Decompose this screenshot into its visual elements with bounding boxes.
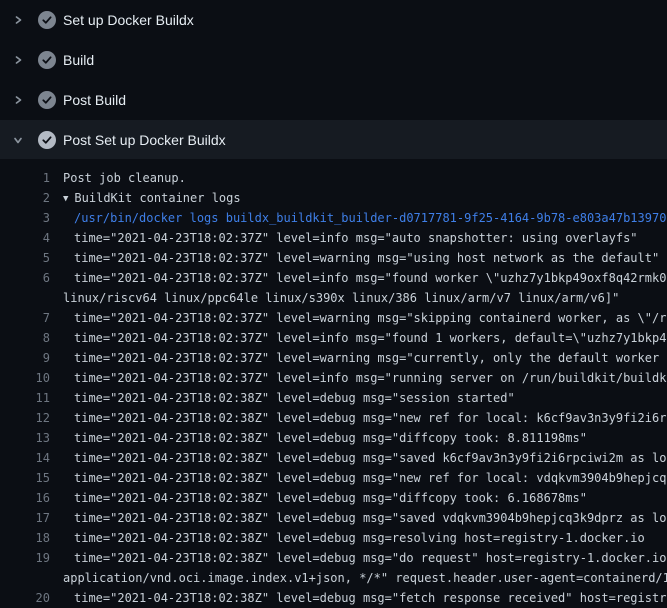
line-number [0, 288, 50, 308]
log-line: 17 time="2021-04-23T18:02:38Z" level=debu… [0, 508, 667, 528]
log-command-text: /usr/bin/docker logs buildx_buildkit_bui… [74, 208, 666, 228]
log-line: 19 time="2021-04-23T18:02:38Z" level=debu… [0, 548, 667, 568]
log-text: time="2021-04-23T18:02:37Z" level=info m… [74, 328, 667, 348]
line-number[interactable]: 12 [0, 408, 50, 428]
log-line: 18 time="2021-04-23T18:02:38Z" level=debu… [0, 528, 667, 548]
workflow-log-panel: Set up Docker Buildx Build Post Build Post … [0, 0, 667, 608]
chevron-right-icon [13, 55, 23, 65]
log-line: 16 time="2021-04-23T18:02:38Z" level=debu… [0, 488, 667, 508]
line-number[interactable]: 15 [0, 468, 50, 488]
log-text: time="2021-04-23T18:02:37Z" level=warnin… [74, 308, 667, 328]
line-number[interactable]: 19 [0, 548, 50, 568]
line-number[interactable]: 14 [0, 448, 50, 468]
log-line: 10 time="2021-04-23T18:02:37Z" level=info… [0, 368, 667, 388]
log-group-toggle[interactable]: ▼ BuildKit container logs [63, 188, 241, 208]
step-label: Build [63, 52, 94, 68]
line-number[interactable]: 4 [0, 228, 50, 248]
steps-list: Set up Docker Buildx Build Post Build Post … [0, 0, 667, 159]
line-number[interactable]: 11 [0, 388, 50, 408]
log-text: time="2021-04-23T18:02:38Z" level=debug … [74, 508, 667, 528]
chevron-right-icon [13, 15, 23, 25]
chevron-right-icon [13, 95, 23, 105]
log-line: linux/riscv64 linux/ppc64le linux/s390x … [0, 288, 667, 308]
line-number[interactable]: 17 [0, 508, 50, 528]
chevron-down-icon [13, 135, 23, 145]
log-line: 5 time="2021-04-23T18:02:37Z" level=warni… [0, 248, 667, 268]
log-view: 1 Post job cleanup. 2 ▼ BuildKit container l… [0, 159, 667, 608]
log-text: Post job cleanup. [63, 168, 186, 188]
log-text: application/vnd.oci.image.index.v1+json,… [63, 568, 667, 588]
step-label: Set up Docker Buildx [63, 12, 194, 28]
log-text: time="2021-04-23T18:02:38Z" level=debug … [74, 448, 667, 468]
log-line: 2 ▼ BuildKit container logs [0, 188, 667, 208]
log-line: application/vnd.oci.image.index.v1+json,… [0, 568, 667, 588]
log-text: time="2021-04-23T18:02:37Z" level=info m… [74, 228, 638, 248]
log-line: 15 time="2021-04-23T18:02:38Z" level=debu… [0, 468, 667, 488]
line-number [0, 568, 50, 588]
log-text: time="2021-04-23T18:02:38Z" level=debug … [74, 528, 645, 548]
log-text: time="2021-04-23T18:02:38Z" level=debug … [74, 588, 667, 608]
line-number[interactable]: 20 [0, 588, 50, 608]
log-line: 3/usr/bin/docker logs buildx_buildkit_bu… [0, 208, 667, 228]
step-label: Post Build [63, 92, 126, 108]
log-text: time="2021-04-23T18:02:38Z" level=debug … [74, 488, 587, 508]
line-number[interactable]: 8 [0, 328, 50, 348]
line-number[interactable]: 3 [0, 208, 50, 228]
log-text: time="2021-04-23T18:02:37Z" level=warnin… [74, 248, 659, 268]
log-line: 8 time="2021-04-23T18:02:37Z" level=info … [0, 328, 667, 348]
log-line: 1 Post job cleanup. [0, 168, 667, 188]
log-text: time="2021-04-23T18:02:38Z" level=debug … [74, 408, 667, 428]
line-number[interactable]: 1 [0, 168, 50, 188]
log-line: 7 time="2021-04-23T18:02:37Z" level=warni… [0, 308, 667, 328]
log-line: 13 time="2021-04-23T18:02:38Z" level=debu… [0, 428, 667, 448]
log-line: 11 time="2021-04-23T18:02:38Z" level=debu… [0, 388, 667, 408]
check-circle-icon [38, 11, 56, 29]
step-header[interactable]: Set up Docker Buildx [0, 0, 667, 40]
log-line: 12 time="2021-04-23T18:02:38Z" level=debu… [0, 408, 667, 428]
line-number[interactable]: 9 [0, 348, 50, 368]
log-group-label: BuildKit container logs [74, 191, 240, 205]
check-circle-icon [38, 131, 56, 149]
log-text: time="2021-04-23T18:02:37Z" level=info m… [74, 268, 667, 288]
step-header[interactable]: Post Build [0, 80, 667, 120]
log-text: linux/riscv64 linux/ppc64le linux/s390x … [63, 288, 619, 308]
log-line: 6 time="2021-04-23T18:02:37Z" level=info … [0, 268, 667, 288]
line-number[interactable]: 7 [0, 308, 50, 328]
check-circle-icon [38, 51, 56, 69]
line-number[interactable]: 2 [0, 188, 50, 208]
line-number[interactable]: 13 [0, 428, 50, 448]
line-number[interactable]: 5 [0, 248, 50, 268]
step-header[interactable]: Build [0, 40, 667, 80]
line-number[interactable]: 16 [0, 488, 50, 508]
log-text: time="2021-04-23T18:02:38Z" level=debug … [74, 468, 667, 488]
log-text: time="2021-04-23T18:02:37Z" level=info m… [74, 368, 667, 388]
line-number[interactable]: 6 [0, 268, 50, 288]
line-number[interactable]: 10 [0, 368, 50, 388]
group-expanded-triangle-icon: ▼ [63, 189, 68, 208]
log-text: time="2021-04-23T18:02:38Z" level=debug … [74, 428, 587, 448]
step-label: Post Set up Docker Buildx [63, 132, 226, 148]
log-text: time="2021-04-23T18:02:38Z" level=debug … [74, 388, 515, 408]
log-text: time="2021-04-23T18:02:37Z" level=warnin… [74, 348, 667, 368]
check-circle-icon [38, 91, 56, 109]
log-line: 20 time="2021-04-23T18:02:38Z" level=debu… [0, 588, 667, 608]
line-number[interactable]: 18 [0, 528, 50, 548]
step-header[interactable]: Post Set up Docker Buildx [0, 120, 667, 159]
log-line: 9 time="2021-04-23T18:02:37Z" level=warni… [0, 348, 667, 368]
log-text: time="2021-04-23T18:02:38Z" level=debug … [74, 548, 667, 568]
log-line: 4 time="2021-04-23T18:02:37Z" level=info … [0, 228, 667, 248]
log-line: 14 time="2021-04-23T18:02:38Z" level=debu… [0, 448, 667, 468]
